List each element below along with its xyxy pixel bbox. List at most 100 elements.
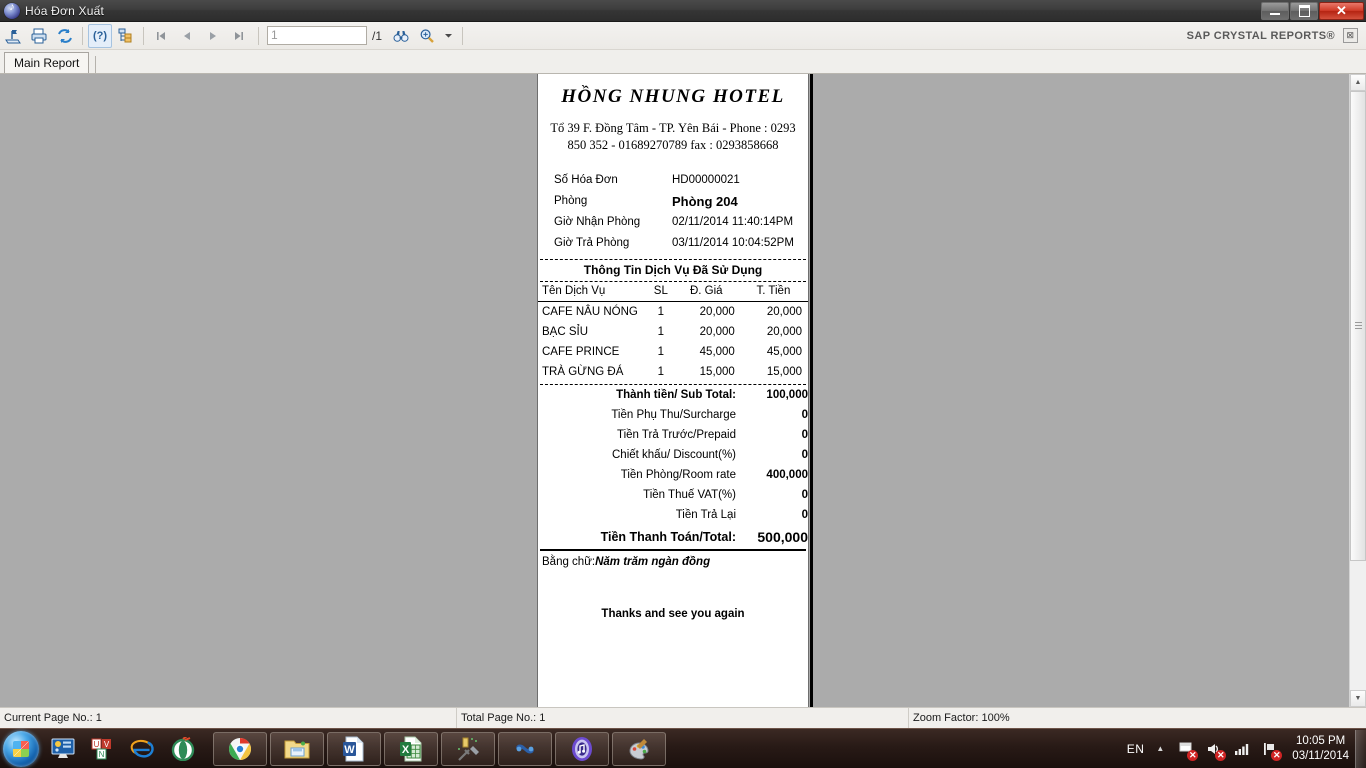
subtotal-value: 100,000: [766, 389, 808, 401]
toolbar-separator-2: [143, 26, 144, 45]
minimize-button[interactable]: [1261, 1, 1289, 20]
invoice-info-row: Giờ Nhận Phòng 02/11/2014 11:40:14PM: [554, 212, 800, 233]
maximize-icon: [1298, 4, 1310, 17]
chevron-down-icon: [444, 34, 452, 38]
opera-glyph: [171, 736, 195, 761]
table-row: CAFE PRINCE 1 45,000 45,000: [538, 342, 808, 362]
service-name: CAFE NÂU NÓNG: [542, 306, 638, 318]
vertical-scrollbar[interactable]: ▲ ▼: [1349, 74, 1366, 707]
first-page-button[interactable]: [149, 24, 173, 48]
taskbar-item-visual-studio[interactable]: [441, 731, 495, 766]
invoice-info-row: Phòng Phòng 204: [554, 191, 800, 212]
service-qty: 1: [657, 346, 665, 358]
next-page-button[interactable]: [201, 24, 225, 48]
internet-explorer-icon[interactable]: [129, 735, 157, 763]
discount-label: Chiết khấu/ Discount(%): [612, 449, 736, 461]
taskbar-item-word[interactable]: W: [327, 731, 381, 766]
scroll-down-button[interactable]: ▼: [1350, 690, 1366, 707]
taskbar-item-file-explorer[interactable]: [270, 731, 324, 766]
display-settings-icon[interactable]: [49, 735, 77, 763]
microsoft-word-icon: W: [343, 736, 364, 761]
taskbar-item-paint[interactable]: [612, 731, 666, 766]
minimize-icon: [1270, 12, 1280, 15]
report-preview-area: HỒNG NHUNG HOTEL Tổ 39 F. Đồng Tâm - TP.…: [0, 74, 1366, 707]
service-qty: 1: [657, 366, 665, 378]
window-title: Hóa Đơn Xuất: [25, 3, 104, 18]
total-row-vat: Tiền Thuế VAT(%) 0: [538, 485, 808, 505]
google-chrome-icon: [229, 737, 251, 760]
status-total-page: Total Page No.: 1: [456, 707, 908, 729]
prepaid-label: Tiền Trả Trước/Prepaid: [617, 429, 736, 441]
services-table-body: CAFE NÂU NÓNG 1 20,000 20,000 BẠC SỈU 1 …: [538, 301, 808, 383]
taskbar-clock[interactable]: 10:05 PM 03/11/2014: [1292, 734, 1349, 764]
service-unit-price: 45,000: [699, 346, 735, 358]
checkout-value: 03/11/2014 10:04:52PM: [672, 237, 794, 249]
brand-close-icon[interactable]: ⊠: [1343, 28, 1358, 43]
previous-page-button[interactable]: [175, 24, 199, 48]
total-row-room-rate: Tiền Phòng/Room rate 400,000: [538, 465, 808, 485]
taskbar-item-excel[interactable]: X: [384, 731, 438, 766]
total-row-prepaid: Tiền Trả Trước/Prepaid 0: [538, 425, 808, 445]
toolbar-separator-4: [462, 26, 464, 45]
close-button[interactable]: ✕: [1319, 1, 1364, 20]
start-button[interactable]: [3, 730, 39, 767]
services-section-title: Thông Tin Dịch Vụ Đã Sử Dụng: [583, 263, 763, 277]
thanks-message: Thanks and see you again: [601, 608, 745, 620]
tray-show-hidden-icon[interactable]: ▲: [1156, 744, 1164, 753]
checkin-value: 02/11/2014 11:40:14PM: [672, 216, 794, 228]
display-settings-glyph: [51, 738, 75, 758]
scroll-up-button[interactable]: ▲: [1350, 74, 1366, 91]
table-row: BẠC SỈU 1 20,000 20,000: [538, 322, 808, 342]
zoom-button[interactable]: [415, 24, 439, 48]
hotel-name: HỒNG NHUNG HOTEL: [561, 86, 785, 107]
amount-in-words-value: Năm trăm ngàn đồng: [595, 556, 711, 568]
table-row: CAFE NÂU NÓNG 1 20,000 20,000: [538, 301, 808, 323]
window-controls: ✕: [1260, 0, 1364, 22]
status-current-page: Current Page No.: 1: [4, 711, 102, 724]
show-desktop-button[interactable]: [1355, 729, 1366, 768]
amount-in-words: Bằng chữ: Năm trăm ngàn đồng: [538, 551, 808, 568]
invoice-info: Số Hóa Đơn HD00000021 Phòng Phòng 204 Gi…: [538, 170, 808, 254]
toolbar-separator-3: [258, 26, 259, 45]
change-value: 0: [801, 509, 808, 521]
refresh-button[interactable]: [53, 24, 77, 48]
opera-icon[interactable]: [169, 735, 197, 763]
print-button[interactable]: [27, 24, 51, 48]
help-icon: (?): [92, 29, 108, 42]
services-table: Tên Dịch Vụ SL Đ. Giá T. Tiền CAFE NÂU N…: [538, 282, 808, 382]
service-name: TRÀ GỪNG ĐÁ: [542, 366, 624, 378]
svg-text:U: U: [94, 740, 100, 749]
amount-in-words-label: Bằng chữ:: [542, 556, 596, 568]
zoom-dropdown-button[interactable]: [441, 24, 455, 48]
group-tree-button[interactable]: [114, 24, 138, 48]
tab-main-report[interactable]: Main Report: [4, 52, 90, 73]
taskbar-item-itunes[interactable]: [555, 731, 609, 766]
title-bar: Hóa Đơn Xuất ✕: [0, 0, 1366, 22]
help-button[interactable]: (?): [88, 23, 112, 48]
export-button[interactable]: [1, 24, 25, 48]
grand-total-value: 500,000: [757, 529, 808, 545]
volume-muted-icon[interactable]: ✕: [1204, 739, 1227, 761]
tray-language-indicator[interactable]: EN: [1127, 742, 1145, 756]
scrollbar-thumb[interactable]: [1350, 91, 1366, 561]
find-button[interactable]: [389, 24, 413, 48]
signal-bars-icon[interactable]: [1232, 739, 1252, 759]
network-error-icon[interactable]: ✕: [1260, 739, 1283, 761]
page-number-input[interactable]: 1: [267, 26, 367, 45]
total-row-subtotal: Thành tiền/ Sub Total: 100,000: [538, 385, 808, 405]
svg-text:N: N: [99, 750, 105, 759]
action-center-icon[interactable]: ✕: [1176, 739, 1199, 761]
unikey-glyph: U V N: [91, 738, 111, 759]
taskbar-item-sql-server[interactable]: [498, 731, 552, 766]
last-page-button[interactable]: [227, 24, 251, 48]
unikey-icon[interactable]: U V N: [89, 735, 117, 763]
service-qty: 1: [657, 326, 665, 338]
header-service-name: Tên Dịch Vụ: [542, 285, 606, 297]
status-bar: Current Page No.: 1 Total Page No.: 1 Zo…: [0, 707, 1366, 729]
export-icon: [5, 29, 21, 43]
last-page-icon: [235, 31, 243, 40]
maximize-button[interactable]: [1290, 1, 1318, 20]
service-name: BẠC SỈU: [542, 326, 589, 338]
taskbar-item-chrome[interactable]: [213, 731, 267, 766]
total-row-discount: Chiết khấu/ Discount(%) 0: [538, 445, 808, 465]
